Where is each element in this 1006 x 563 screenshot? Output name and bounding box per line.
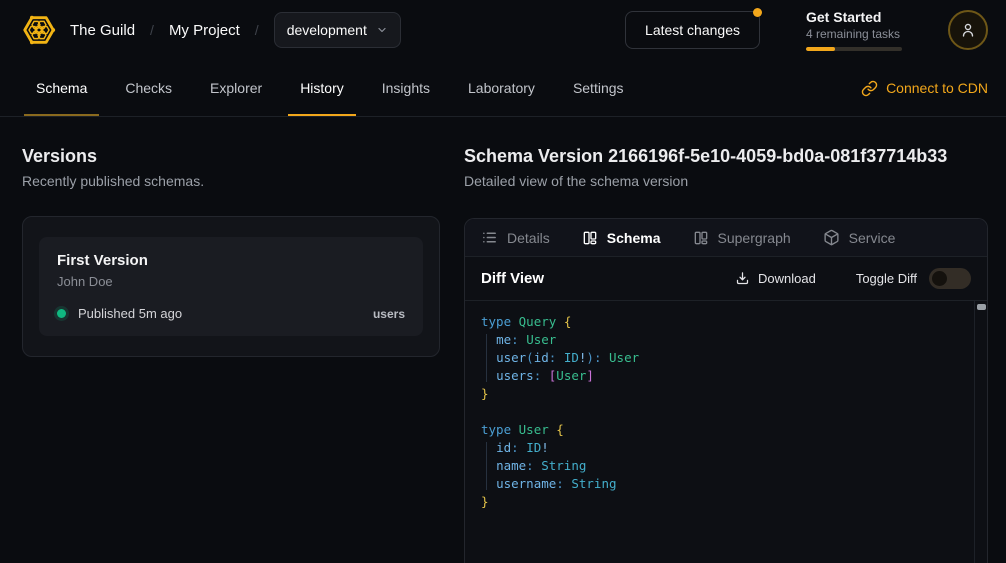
version-meta-row: Published 5m ago users bbox=[57, 306, 405, 321]
version-author: John Doe bbox=[57, 274, 405, 289]
schema-version-subtitle: Detailed view of the schema version bbox=[464, 172, 988, 190]
code-scrollbar-thumb[interactable] bbox=[977, 304, 986, 310]
detail-tab-details[interactable]: Details bbox=[481, 229, 550, 246]
header-right-group: Latest changes Get Started 4 remaining t… bbox=[625, 9, 988, 51]
tab-settings[interactable]: Settings bbox=[561, 60, 636, 116]
diff-actions: Download Toggle Diff bbox=[735, 268, 971, 289]
tab-history[interactable]: History bbox=[288, 60, 356, 116]
toggle-diff-group: Toggle Diff bbox=[856, 268, 971, 289]
detail-tab-label: Service bbox=[849, 230, 896, 246]
latest-changes-button[interactable]: Latest changes bbox=[625, 11, 760, 49]
tab-schema[interactable]: Schema bbox=[24, 60, 99, 116]
target-nav: Schema Checks Explorer History Insights … bbox=[0, 60, 1006, 117]
notification-dot bbox=[753, 8, 762, 17]
versions-list-card: First Version John Doe Published 5m ago … bbox=[22, 216, 440, 357]
cube-icon bbox=[823, 229, 840, 246]
detail-tab-bar: Details Schema Supergr bbox=[465, 219, 987, 257]
version-list-item[interactable]: First Version John Doe Published 5m ago … bbox=[39, 237, 423, 336]
link-icon bbox=[861, 80, 878, 97]
target-selector-value: development bbox=[287, 22, 367, 38]
version-detail-panel: Details Schema Supergr bbox=[464, 218, 988, 563]
versions-subtitle: Recently published schemas. bbox=[22, 172, 440, 190]
get-started-progress-fill bbox=[806, 47, 835, 51]
service-badge: users bbox=[373, 307, 405, 321]
breadcrumb-separator: / bbox=[255, 22, 259, 38]
latest-changes-label: Latest changes bbox=[645, 22, 740, 38]
columns-icon bbox=[582, 230, 598, 246]
version-detail-column: Schema Version 2166196f-5e10-4059-bd0a-0… bbox=[464, 145, 988, 563]
version-status: Published 5m ago bbox=[78, 306, 182, 321]
get-started-widget[interactable]: Get Started 4 remaining tasks bbox=[806, 9, 902, 51]
version-title: First Version bbox=[57, 252, 405, 269]
get-started-title: Get Started bbox=[806, 9, 902, 25]
toggle-diff-label: Toggle Diff bbox=[856, 271, 917, 286]
published-status-dot bbox=[57, 309, 66, 318]
download-label: Download bbox=[758, 271, 816, 286]
hive-logo-icon[interactable] bbox=[20, 11, 58, 49]
detail-tab-schema[interactable]: Schema bbox=[582, 230, 661, 246]
person-icon bbox=[959, 21, 977, 39]
tab-checks[interactable]: Checks bbox=[113, 60, 184, 116]
user-avatar[interactable] bbox=[948, 10, 988, 50]
schema-version-title: Schema Version 2166196f-5e10-4059-bd0a-0… bbox=[464, 145, 988, 167]
download-icon bbox=[735, 271, 750, 286]
indent-guide bbox=[486, 334, 487, 382]
tab-explorer[interactable]: Explorer bbox=[198, 60, 274, 116]
breadcrumb: The Guild / My Project / development bbox=[70, 12, 401, 48]
get-started-subtitle: 4 remaining tasks bbox=[806, 27, 902, 41]
connect-to-cdn-label: Connect to CDN bbox=[886, 80, 988, 96]
tab-insights[interactable]: Insights bbox=[370, 60, 442, 116]
detail-tab-supergraph[interactable]: Supergraph bbox=[693, 230, 791, 246]
chevron-down-icon bbox=[376, 24, 388, 36]
code-scrollbar-track[interactable] bbox=[974, 301, 987, 563]
diff-view-title: Diff View bbox=[481, 270, 544, 287]
breadcrumb-project[interactable]: My Project bbox=[169, 22, 240, 39]
versions-title: Versions bbox=[22, 145, 440, 167]
versions-column: Versions Recently published schemas. Fir… bbox=[22, 145, 440, 563]
breadcrumb-separator: / bbox=[150, 22, 154, 38]
indent-guide bbox=[486, 442, 487, 490]
diff-view-toolbar: Diff View Download Toggle Diff bbox=[465, 257, 987, 301]
detail-tab-label: Supergraph bbox=[718, 230, 791, 246]
detail-tab-service[interactable]: Service bbox=[823, 229, 896, 246]
list-icon bbox=[481, 229, 498, 246]
main-content: Versions Recently published schemas. Fir… bbox=[0, 117, 1006, 563]
target-selector[interactable]: development bbox=[274, 12, 401, 48]
get-started-progress bbox=[806, 47, 902, 51]
detail-tab-label: Details bbox=[507, 230, 550, 246]
detail-tab-label: Schema bbox=[607, 230, 661, 246]
breadcrumb-org[interactable]: The Guild bbox=[70, 22, 135, 39]
download-button[interactable]: Download bbox=[735, 271, 816, 286]
schema-code-viewer: type Query { me: User user(id: ID!): Use… bbox=[465, 301, 987, 563]
toggle-knob bbox=[932, 271, 947, 286]
connect-to-cdn-link[interactable]: Connect to CDN bbox=[861, 60, 988, 116]
toggle-diff-switch[interactable] bbox=[929, 268, 971, 289]
code-lines: type Query { me: User user(id: ID!): Use… bbox=[465, 301, 987, 523]
top-header: The Guild / My Project / development Lat… bbox=[0, 0, 1006, 60]
columns-icon bbox=[693, 230, 709, 246]
tab-laboratory[interactable]: Laboratory bbox=[456, 60, 547, 116]
